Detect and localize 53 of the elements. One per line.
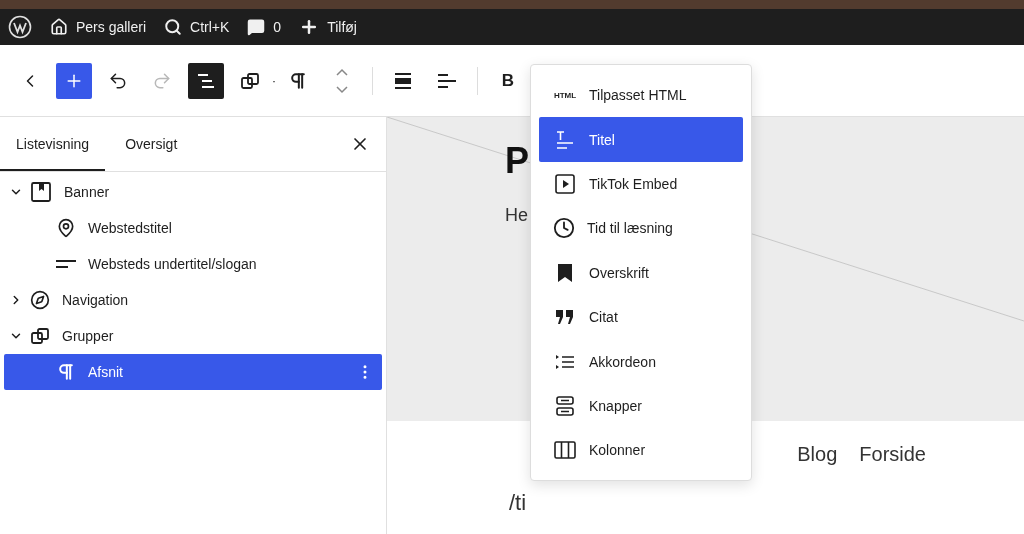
list-view-item[interactable]: Afsnit [4, 354, 382, 390]
bold-button[interactable]: B [490, 62, 526, 99]
site-title: P [505, 143, 529, 179]
home-icon [50, 18, 68, 36]
clock-icon [553, 217, 575, 240]
block-option[interactable]: Tid til læsning [539, 206, 743, 251]
home-link[interactable]: Pers galleri [50, 18, 147, 36]
nav-link[interactable]: Blog [797, 443, 838, 466]
item-label: Banner [64, 184, 110, 200]
pilcrow-icon [288, 70, 308, 91]
list-view-item[interactable]: Grupper [4, 318, 382, 354]
play-embed-icon [553, 171, 577, 196]
wordpress-logo-icon[interactable] [8, 15, 32, 39]
item-label: Webstedstitel [88, 220, 172, 236]
block-option[interactable]: Overskrift [539, 250, 743, 295]
group-icon [240, 70, 260, 91]
block-option[interactable]: Citat [539, 294, 743, 340]
paragraph-text: /ti [508, 489, 528, 516]
buttons-icon [553, 393, 577, 418]
search-link[interactable]: Ctrl+K [164, 18, 230, 36]
list-view-item[interactable]: Websteds undertitel/slogan [4, 246, 382, 282]
site-tagline: He [505, 205, 528, 226]
block-option[interactable]: HTML Tilpasset HTML [539, 73, 743, 118]
block-option[interactable]: Knapper [539, 383, 743, 429]
block-option[interactable]: Akkordeon [539, 339, 743, 384]
comment-icon [247, 18, 266, 36]
group-icon [30, 326, 50, 346]
block-option[interactable]: Titel [539, 117, 743, 162]
align-icon [393, 70, 413, 91]
compass-icon [30, 290, 50, 310]
list-view-item[interactable]: Banner [4, 174, 382, 210]
search-icon [164, 18, 183, 36]
item-label: Grupper [62, 328, 114, 344]
inserter-button[interactable] [56, 62, 92, 99]
pilcrow-icon [56, 362, 76, 382]
comments-link[interactable]: 0 [247, 18, 282, 36]
item-label: Websteds undertitel/slogan [88, 256, 257, 272]
panel-tab[interactable]: Listevisning [0, 117, 106, 171]
nav-link[interactable]: Forside [859, 443, 926, 466]
add-link[interactable]: Tilføj [299, 17, 357, 37]
list-view-button[interactable] [188, 62, 224, 99]
block-option[interactable]: TikTok Embed [539, 161, 743, 207]
location-pin-icon [56, 218, 76, 238]
list-view-item[interactable]: Navigation [4, 282, 382, 318]
dot-separator: · [272, 73, 276, 88]
lines-icon [56, 259, 76, 269]
banner-icon [30, 181, 52, 203]
panel-tab[interactable]: Oversigt [109, 117, 194, 171]
list-view-item[interactable]: Webstedstitel [4, 210, 382, 246]
item-label: Afsnit [88, 364, 123, 380]
html-icon: HTML [553, 90, 577, 100]
block-option[interactable]: Kolonner [539, 428, 743, 473]
item-label: Navigation [62, 292, 129, 308]
